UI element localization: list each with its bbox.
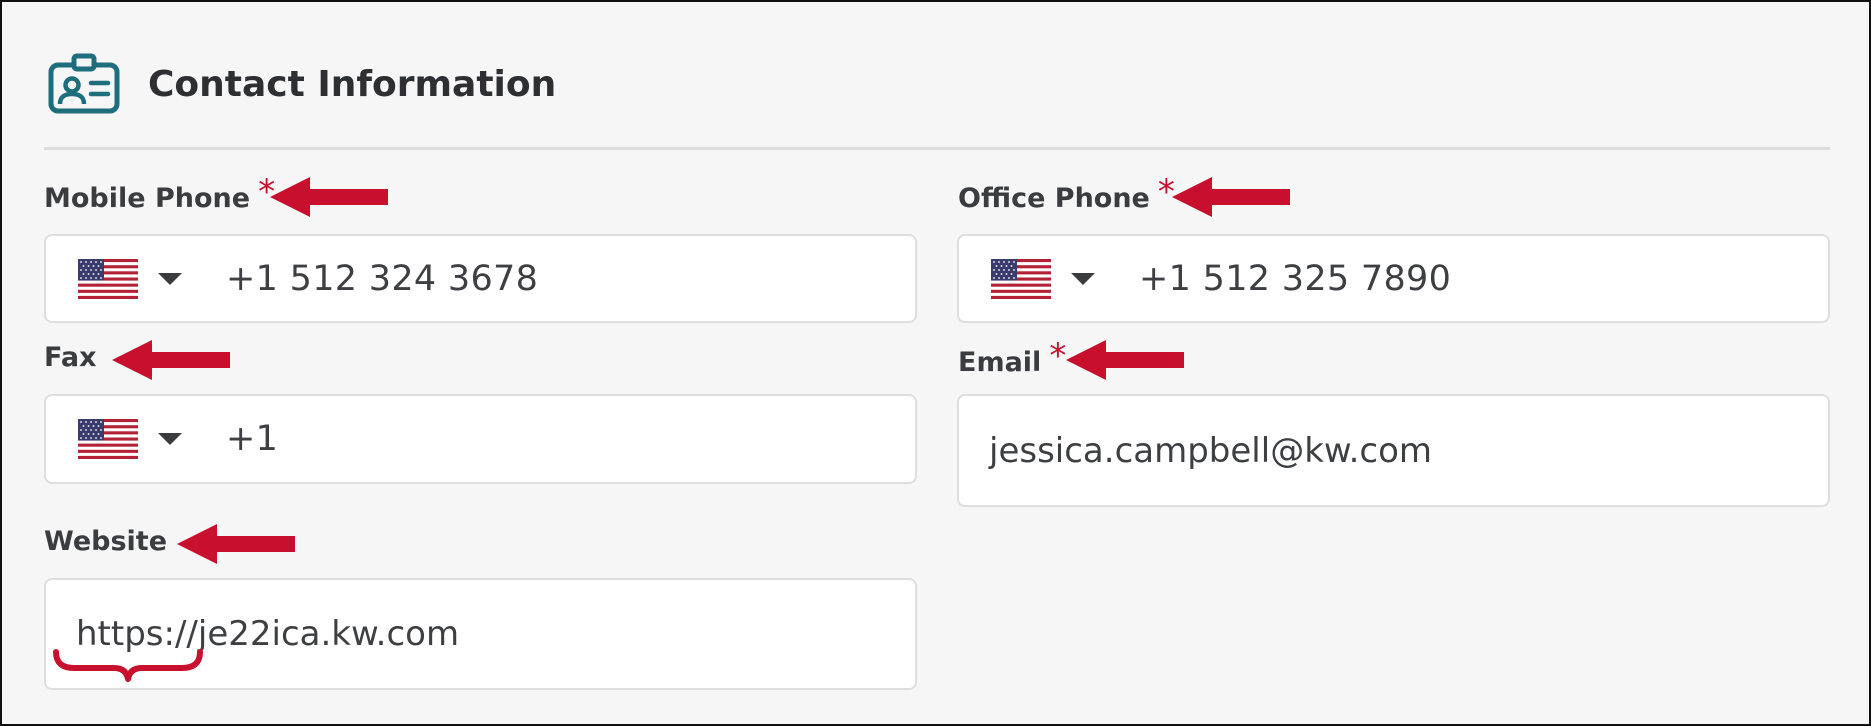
fax-label: Fax: [44, 342, 97, 373]
mobile-phone-value[interactable]: +1 512 324 3678: [226, 259, 538, 299]
annotation-arrow-left-icon: [270, 177, 388, 217]
required-asterisk: *: [1049, 336, 1067, 376]
header-divider: [44, 147, 1830, 150]
mobile-phone-label-text: Mobile Phone: [44, 182, 251, 214]
email-value[interactable]: jessica.campbell@kw.com: [989, 431, 1432, 471]
email-label: Email *: [958, 336, 1066, 382]
fax-input[interactable]: +1: [44, 394, 917, 484]
annotation-arrow-left-icon: [112, 340, 230, 380]
us-flag-icon[interactable]: [991, 258, 1051, 299]
email-input[interactable]: jessica.campbell@kw.com: [957, 394, 1830, 507]
chevron-down-icon[interactable]: [1069, 271, 1097, 287]
us-flag-icon[interactable]: [78, 258, 138, 299]
annotation-brace-icon: [53, 649, 203, 682]
mobile-phone-input[interactable]: +1 512 324 3678: [44, 234, 917, 323]
fax-label-text: Fax: [44, 342, 97, 373]
annotation-arrow-left-icon: [1172, 177, 1290, 217]
office-phone-label-text: Office Phone: [958, 182, 1150, 214]
chevron-down-icon[interactable]: [156, 431, 184, 447]
fax-value[interactable]: +1: [226, 419, 278, 459]
annotation-arrow-left-icon: [1066, 340, 1184, 380]
contact-card-icon: [46, 52, 122, 116]
email-label-text: Email: [958, 346, 1042, 378]
section-title: Contact Information: [148, 63, 557, 105]
office-phone-label: Office Phone *: [958, 172, 1175, 218]
chevron-down-icon[interactable]: [156, 271, 184, 287]
us-flag-icon[interactable]: [78, 419, 138, 459]
mobile-phone-label: Mobile Phone *: [44, 172, 275, 218]
contact-information-panel: Contact Information Mobile Phone * Offic…: [0, 0, 1871, 726]
website-label: Website: [44, 526, 167, 557]
office-phone-input[interactable]: +1 512 325 7890: [957, 234, 1830, 323]
website-label-text: Website: [44, 526, 168, 557]
annotation-arrow-left-icon: [177, 524, 295, 564]
section-header: Contact Information: [46, 52, 556, 116]
office-phone-value[interactable]: +1 512 325 7890: [1139, 259, 1451, 299]
